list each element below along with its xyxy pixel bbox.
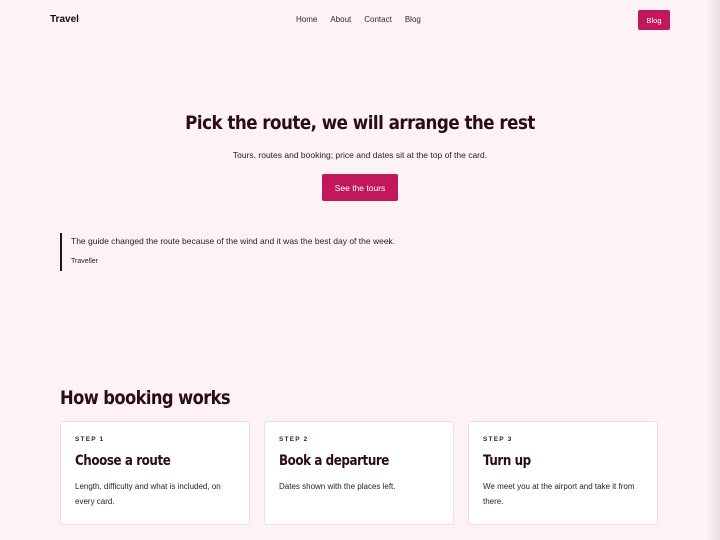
step-description: Dates shown with the places left. — [279, 482, 396, 491]
quote-author: Traveller — [71, 258, 98, 265]
hero-title: Pick the route, we will arrange the rest — [185, 112, 535, 134]
step-label: STEP 1 — [75, 436, 105, 443]
site-header: Travel Home About Contact Blog Blog — [0, 0, 720, 40]
main-nav: Home About Contact Blog — [296, 15, 421, 24]
see-tours-button[interactable]: See the tours — [322, 174, 398, 201]
step-title: Choose a route — [75, 453, 171, 469]
quote-text: The guide changed the route because of t… — [71, 236, 396, 246]
step-card-3: STEP 3 Turn up We meet you at the airpor… — [468, 421, 658, 525]
step-label: STEP 3 — [483, 436, 513, 443]
nav-blog[interactable]: Blog — [405, 15, 421, 24]
step-title: Book a departure — [279, 453, 389, 469]
nav-about[interactable]: About — [330, 15, 351, 24]
blog-button[interactable]: Blog — [638, 10, 670, 30]
nav-home[interactable]: Home — [296, 15, 317, 24]
step-description: We meet you at the airport and take it f… — [483, 482, 635, 506]
step-title: Turn up — [483, 453, 531, 469]
booking-section-title: How booking works — [60, 387, 231, 409]
brand-logo[interactable]: Travel — [50, 14, 79, 25]
testimonial-quote: The guide changed the route because of t… — [60, 233, 395, 271]
hero-subtitle: Tours, routes and booking; price and dat… — [232, 150, 488, 160]
nav-contact[interactable]: Contact — [364, 15, 392, 24]
step-label: STEP 2 — [279, 436, 309, 443]
step-description: Length, difficulty and what is included,… — [75, 482, 221, 506]
page-edge-shadow — [706, 0, 720, 540]
step-card-2: STEP 2 Book a departure Dates shown with… — [264, 421, 454, 525]
step-card-1: STEP 1 Choose a route Length, difficulty… — [60, 421, 250, 525]
